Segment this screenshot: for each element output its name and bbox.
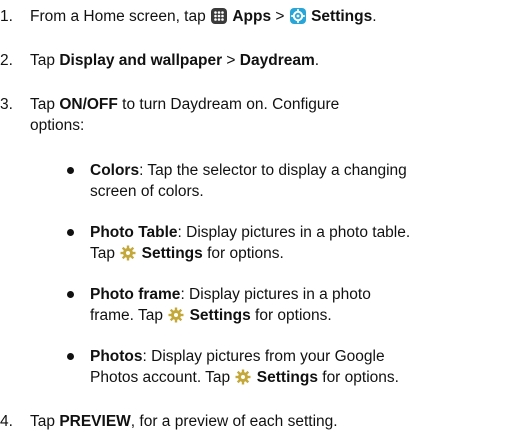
step-number: 2. <box>0 52 13 69</box>
instructions-document: 1. From a Home screen, tap Apps > Settin… <box>0 8 411 430</box>
bullet-dot <box>67 353 74 360</box>
preview-label: PREVIEW <box>59 413 131 430</box>
settings-label: Settings <box>189 307 251 324</box>
step-number: 4. <box>0 413 13 430</box>
settings-gear-icon <box>289 8 306 24</box>
gear-icon <box>168 307 184 323</box>
daydream-label: Daydream <box>239 52 315 69</box>
bullet-term: Colors <box>90 162 140 179</box>
bullet-dot <box>67 167 74 174</box>
bullet-term: Photo frame <box>90 286 181 303</box>
bullet-dot <box>67 291 74 298</box>
bullet-term: Photo Table <box>90 224 178 241</box>
apps-label: Apps <box>232 8 272 25</box>
display-wallpaper-label: Display and wallpaper <box>59 52 223 69</box>
bullet-dot <box>67 229 74 236</box>
settings-label: Settings <box>311 8 373 25</box>
gear-icon <box>235 369 251 385</box>
settings-label: Settings <box>141 245 203 262</box>
bullet-term: Photos <box>90 348 143 365</box>
settings-label: Settings <box>256 369 318 386</box>
step-number: 3. <box>0 96 13 113</box>
apps-grid-icon <box>211 8 228 24</box>
onoff-label: ON/OFF <box>59 96 118 113</box>
gear-icon <box>120 245 136 261</box>
step-number: 1. <box>0 8 13 25</box>
